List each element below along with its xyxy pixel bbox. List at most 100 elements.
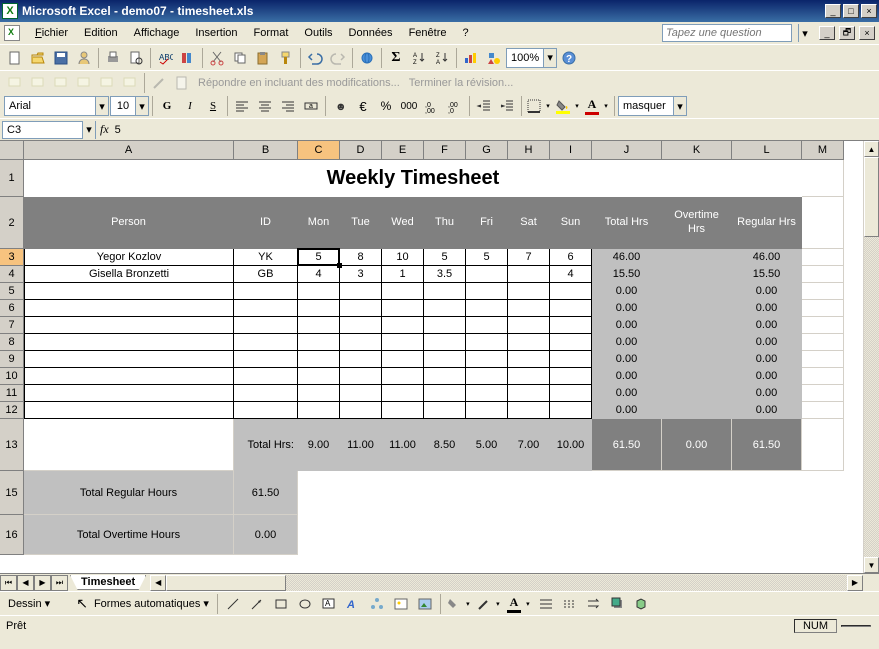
row-header[interactable]: 2 <box>0 197 24 249</box>
data-cell[interactable] <box>340 351 382 368</box>
data-cell[interactable] <box>662 351 732 368</box>
total-fri[interactable]: 5.00 <box>466 419 508 471</box>
data-cell[interactable] <box>382 317 424 334</box>
row-header[interactable]: 15 <box>0 471 24 515</box>
research-button[interactable] <box>177 47 199 69</box>
row-header[interactable]: 5 <box>0 283 24 300</box>
data-cell[interactable] <box>508 283 550 300</box>
new-button[interactable] <box>4 47 26 69</box>
delete-comment-button[interactable] <box>119 72 141 94</box>
chevron-down-icon[interactable]: ▾ <box>135 97 148 115</box>
cell[interactable] <box>24 419 234 471</box>
data-cell[interactable] <box>662 385 732 402</box>
data-cell[interactable]: 0.00 <box>592 334 662 351</box>
cell[interactable] <box>802 334 844 351</box>
chart-wizard-button[interactable] <box>460 47 482 69</box>
percent-button[interactable]: % <box>375 95 397 117</box>
data-cell[interactable]: 0.00 <box>592 283 662 300</box>
data-cell[interactable] <box>24 300 234 317</box>
cell[interactable] <box>802 197 844 249</box>
data-cell[interactable] <box>340 368 382 385</box>
chevron-down-icon[interactable]: ▾ <box>82 121 95 139</box>
align-left-button[interactable] <box>231 95 253 117</box>
menu-view[interactable]: Affichage <box>127 25 187 41</box>
data-cell[interactable]: 0.00 <box>592 317 662 334</box>
data-cell[interactable]: 5 <box>298 249 340 266</box>
header-wed[interactable]: Wed <box>382 197 424 249</box>
data-cell[interactable]: 15.50 <box>592 266 662 283</box>
data-cell[interactable]: 0.00 <box>732 334 802 351</box>
sheet-title[interactable]: Weekly Timesheet <box>24 160 802 197</box>
fill-handle[interactable] <box>337 263 342 268</box>
show-comment-button[interactable] <box>73 72 95 94</box>
data-cell[interactable] <box>466 385 508 402</box>
data-cell[interactable] <box>550 402 592 419</box>
paste-button[interactable] <box>252 47 274 69</box>
cell[interactable] <box>298 515 844 555</box>
copy-button[interactable] <box>229 47 251 69</box>
data-cell[interactable]: 0.00 <box>732 351 802 368</box>
sort-asc-button[interactable]: AZ <box>408 47 430 69</box>
increase-decimal-button[interactable]: ,0,00 <box>421 95 443 117</box>
data-cell[interactable] <box>424 368 466 385</box>
formula-input[interactable] <box>113 124 877 136</box>
data-cell[interactable] <box>508 385 550 402</box>
data-cell[interactable] <box>424 402 466 419</box>
data-cell[interactable] <box>662 283 732 300</box>
data-cell[interactable] <box>466 300 508 317</box>
tab-next-button[interactable]: ▶ <box>34 575 51 591</box>
ask-question-input[interactable] <box>662 24 792 42</box>
header-mon[interactable]: Mon <box>298 197 340 249</box>
data-cell[interactable] <box>508 266 550 283</box>
data-cell[interactable] <box>466 334 508 351</box>
summary-regular-value[interactable]: 61.50 <box>234 471 298 515</box>
row-header[interactable]: 3 <box>0 249 24 266</box>
cell[interactable] <box>802 385 844 402</box>
data-cell[interactable] <box>550 351 592 368</box>
cell[interactable] <box>802 266 844 283</box>
euro-button[interactable]: € <box>352 95 374 117</box>
scroll-thumb[interactable] <box>864 157 879 237</box>
data-cell[interactable]: 3 <box>340 266 382 283</box>
data-cell[interactable] <box>662 266 732 283</box>
row-header[interactable]: 16 <box>0 515 24 555</box>
name-box[interactable]: C3▾ <box>2 121 96 139</box>
data-cell[interactable]: 0.00 <box>732 368 802 385</box>
row-header[interactable]: 10 <box>0 368 24 385</box>
doc-close-button[interactable]: × <box>859 26 875 40</box>
menu-file[interactable]: Fichier <box>28 25 75 41</box>
show-all-comments-button[interactable] <box>96 72 118 94</box>
diagram-tool[interactable] <box>366 593 388 615</box>
decrease-decimal-button[interactable]: ,00,0 <box>444 95 466 117</box>
data-cell[interactable] <box>382 351 424 368</box>
col-header[interactable]: I <box>550 141 592 160</box>
data-cell[interactable] <box>382 334 424 351</box>
totals-label[interactable]: Total Hrs: <box>234 419 298 471</box>
clipart-tool[interactable] <box>390 593 412 615</box>
data-cell[interactable] <box>424 351 466 368</box>
total-hrs[interactable]: 61.50 <box>592 419 662 471</box>
total-reg[interactable]: 61.50 <box>732 419 802 471</box>
data-cell[interactable] <box>466 283 508 300</box>
rectangle-tool[interactable] <box>270 593 292 615</box>
cell[interactable] <box>802 283 844 300</box>
data-cell[interactable] <box>662 368 732 385</box>
col-header[interactable]: B <box>234 141 298 160</box>
data-cell[interactable] <box>550 317 592 334</box>
data-cell[interactable] <box>550 300 592 317</box>
3d-button[interactable] <box>631 593 653 615</box>
cut-button[interactable] <box>206 47 228 69</box>
font-color-draw-button[interactable]: A▾ <box>505 594 533 614</box>
borders-button[interactable]: ▾ <box>525 96 553 116</box>
data-cell[interactable]: GB <box>234 266 298 283</box>
data-cell[interactable] <box>234 368 298 385</box>
cell[interactable] <box>802 368 844 385</box>
data-cell[interactable] <box>340 385 382 402</box>
data-cell[interactable] <box>550 334 592 351</box>
data-cell[interactable]: 6 <box>550 249 592 266</box>
data-cell[interactable]: 8 <box>340 249 382 266</box>
autosum-button[interactable]: Σ <box>385 47 407 69</box>
col-header[interactable]: F <box>424 141 466 160</box>
col-header[interactable]: J <box>592 141 662 160</box>
data-cell[interactable] <box>508 351 550 368</box>
